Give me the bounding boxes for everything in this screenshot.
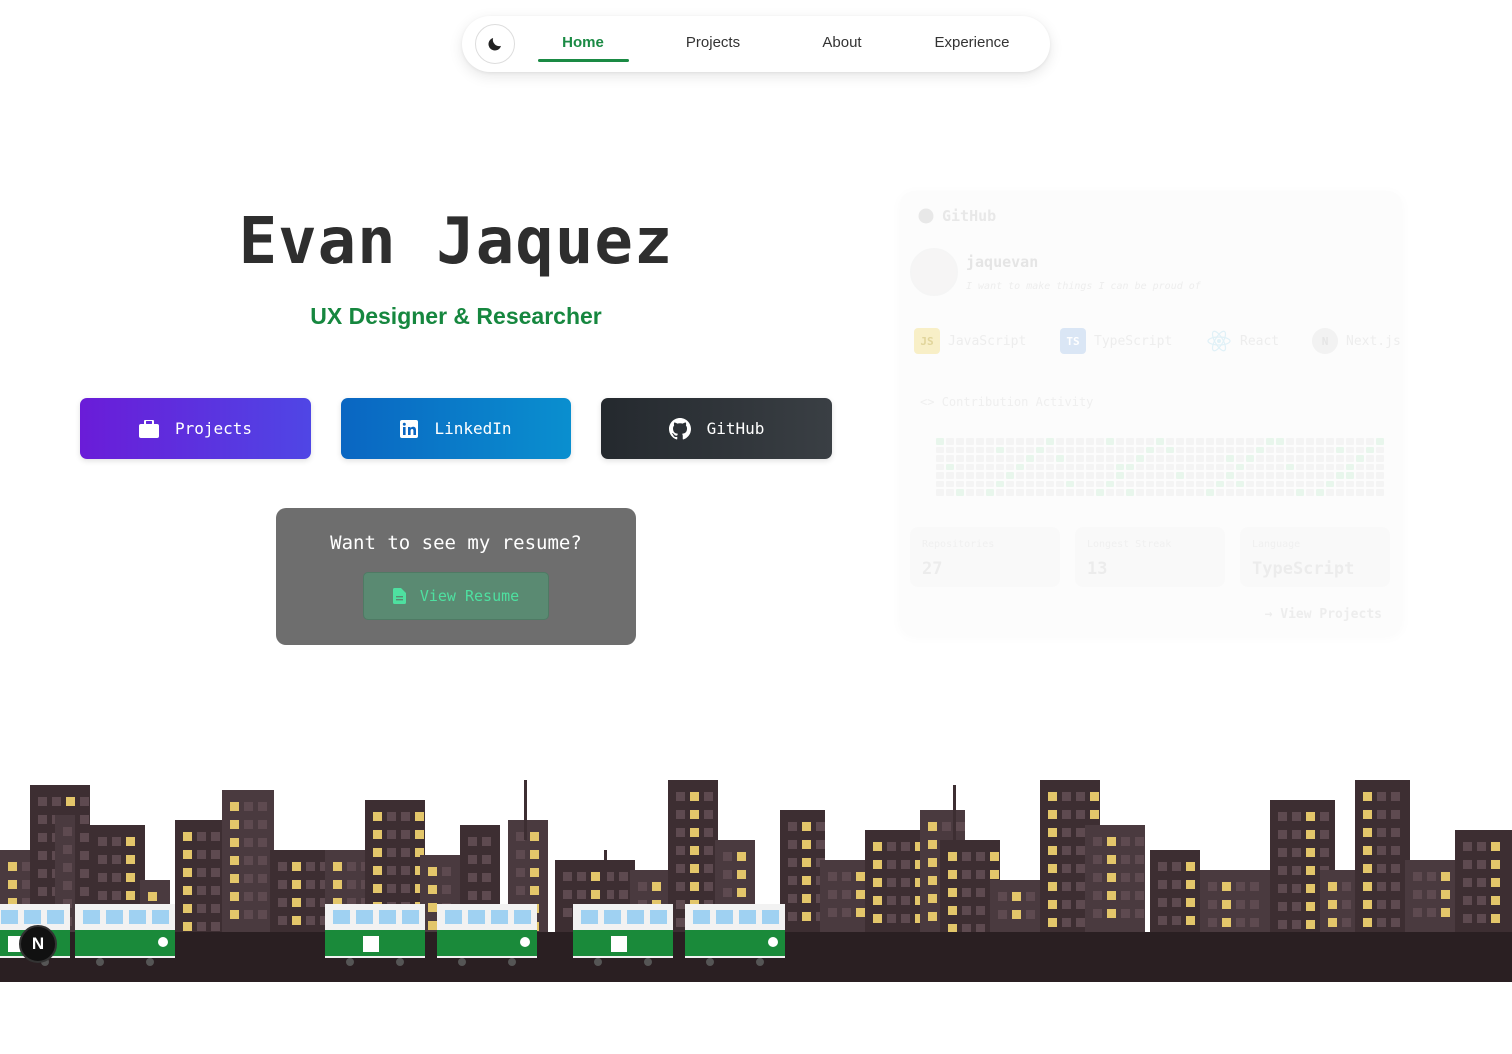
lang-react-label: React	[1240, 333, 1280, 349]
typescript-icon: TS	[1060, 328, 1086, 354]
stat-language-value: TypeScript	[1252, 559, 1355, 579]
lang-javascript: JS JavaScript	[914, 328, 1026, 354]
stat-repositories: Repositories 27	[910, 527, 1060, 587]
stat-repositories-label: Repositories	[922, 539, 995, 550]
github-icon	[668, 417, 691, 439]
stat-language-label: Language	[1252, 539, 1301, 550]
train-car	[437, 904, 537, 966]
github-card-title: GitHub	[918, 207, 996, 225]
lang-react: React	[1206, 328, 1279, 354]
nav-link-about[interactable]: About	[792, 34, 892, 51]
stat-longest-streak: Longest Streak 13	[1075, 527, 1225, 587]
lang-typescript: TS TypeScript	[1060, 328, 1172, 354]
stat-repositories-value: 27	[922, 559, 943, 579]
stat-streak-label: Longest Streak	[1087, 539, 1172, 550]
linkedin-button[interactable]: LinkedIn	[341, 398, 571, 459]
github-button[interactable]: GitHub	[601, 398, 832, 459]
lang-nextjs-label: Next.js	[1346, 333, 1401, 349]
projects-button[interactable]: Projects	[80, 398, 311, 459]
github-stats-card[interactable]: GitHub jaquevan I want to make things I …	[900, 191, 1402, 635]
github-icon	[918, 208, 934, 224]
moon-icon	[488, 38, 501, 51]
contribution-title: <> Contribution Activity	[920, 395, 1093, 409]
github-bio: I want to make things I can be proud of	[966, 281, 1201, 292]
hero-name: Evan Jaquez	[238, 205, 674, 279]
train-car	[75, 904, 175, 966]
active-tab-indicator	[538, 59, 629, 62]
github-card-title-text: GitHub	[942, 207, 997, 225]
train-car	[325, 904, 425, 966]
nav-link-projects[interactable]: Projects	[663, 34, 763, 51]
view-resume-button[interactable]: View Resume	[363, 572, 549, 620]
trains	[0, 904, 785, 966]
nextjs-icon: N	[1312, 328, 1338, 354]
nav-link-experience[interactable]: Experience	[922, 34, 1022, 51]
contribution-graph	[936, 438, 1384, 496]
linkedin-button-label: LinkedIn	[434, 419, 512, 438]
view-projects-link[interactable]: → View Projects	[1265, 607, 1382, 622]
github-username: jaquevan	[966, 253, 1039, 271]
nav-link-home[interactable]: Home	[533, 34, 633, 51]
theme-toggle-button[interactable]	[475, 24, 515, 64]
resume-card: Want to see my resume? View Resume	[276, 508, 636, 645]
code-icon: <>	[920, 395, 942, 409]
lang-typescript-label: TypeScript	[1094, 333, 1173, 349]
nextjs-badge[interactable]: N	[19, 925, 57, 963]
github-button-label: GitHub	[706, 419, 765, 438]
city-skyline-illustration	[0, 780, 1512, 982]
briefcase-icon	[138, 419, 159, 438]
hero-role: UX Designer & Researcher	[310, 303, 602, 329]
lang-nextjs: N Next.js	[1312, 328, 1401, 354]
document-icon	[392, 588, 406, 604]
linkedin-icon	[400, 419, 419, 438]
contribution-title-text: Contribution Activity	[941, 395, 1094, 409]
javascript-icon: JS	[914, 328, 940, 354]
stat-streak-value: 13	[1087, 559, 1108, 579]
avatar	[910, 248, 958, 296]
stat-language: Language TypeScript	[1240, 527, 1390, 587]
lang-javascript-label: JavaScript	[948, 333, 1027, 349]
projects-button-label: Projects	[174, 419, 253, 438]
train-car	[573, 904, 673, 966]
train-car	[685, 904, 785, 966]
view-resume-label: View Resume	[419, 587, 520, 605]
react-icon	[1207, 330, 1231, 352]
resume-question: Want to see my resume?	[330, 532, 582, 554]
